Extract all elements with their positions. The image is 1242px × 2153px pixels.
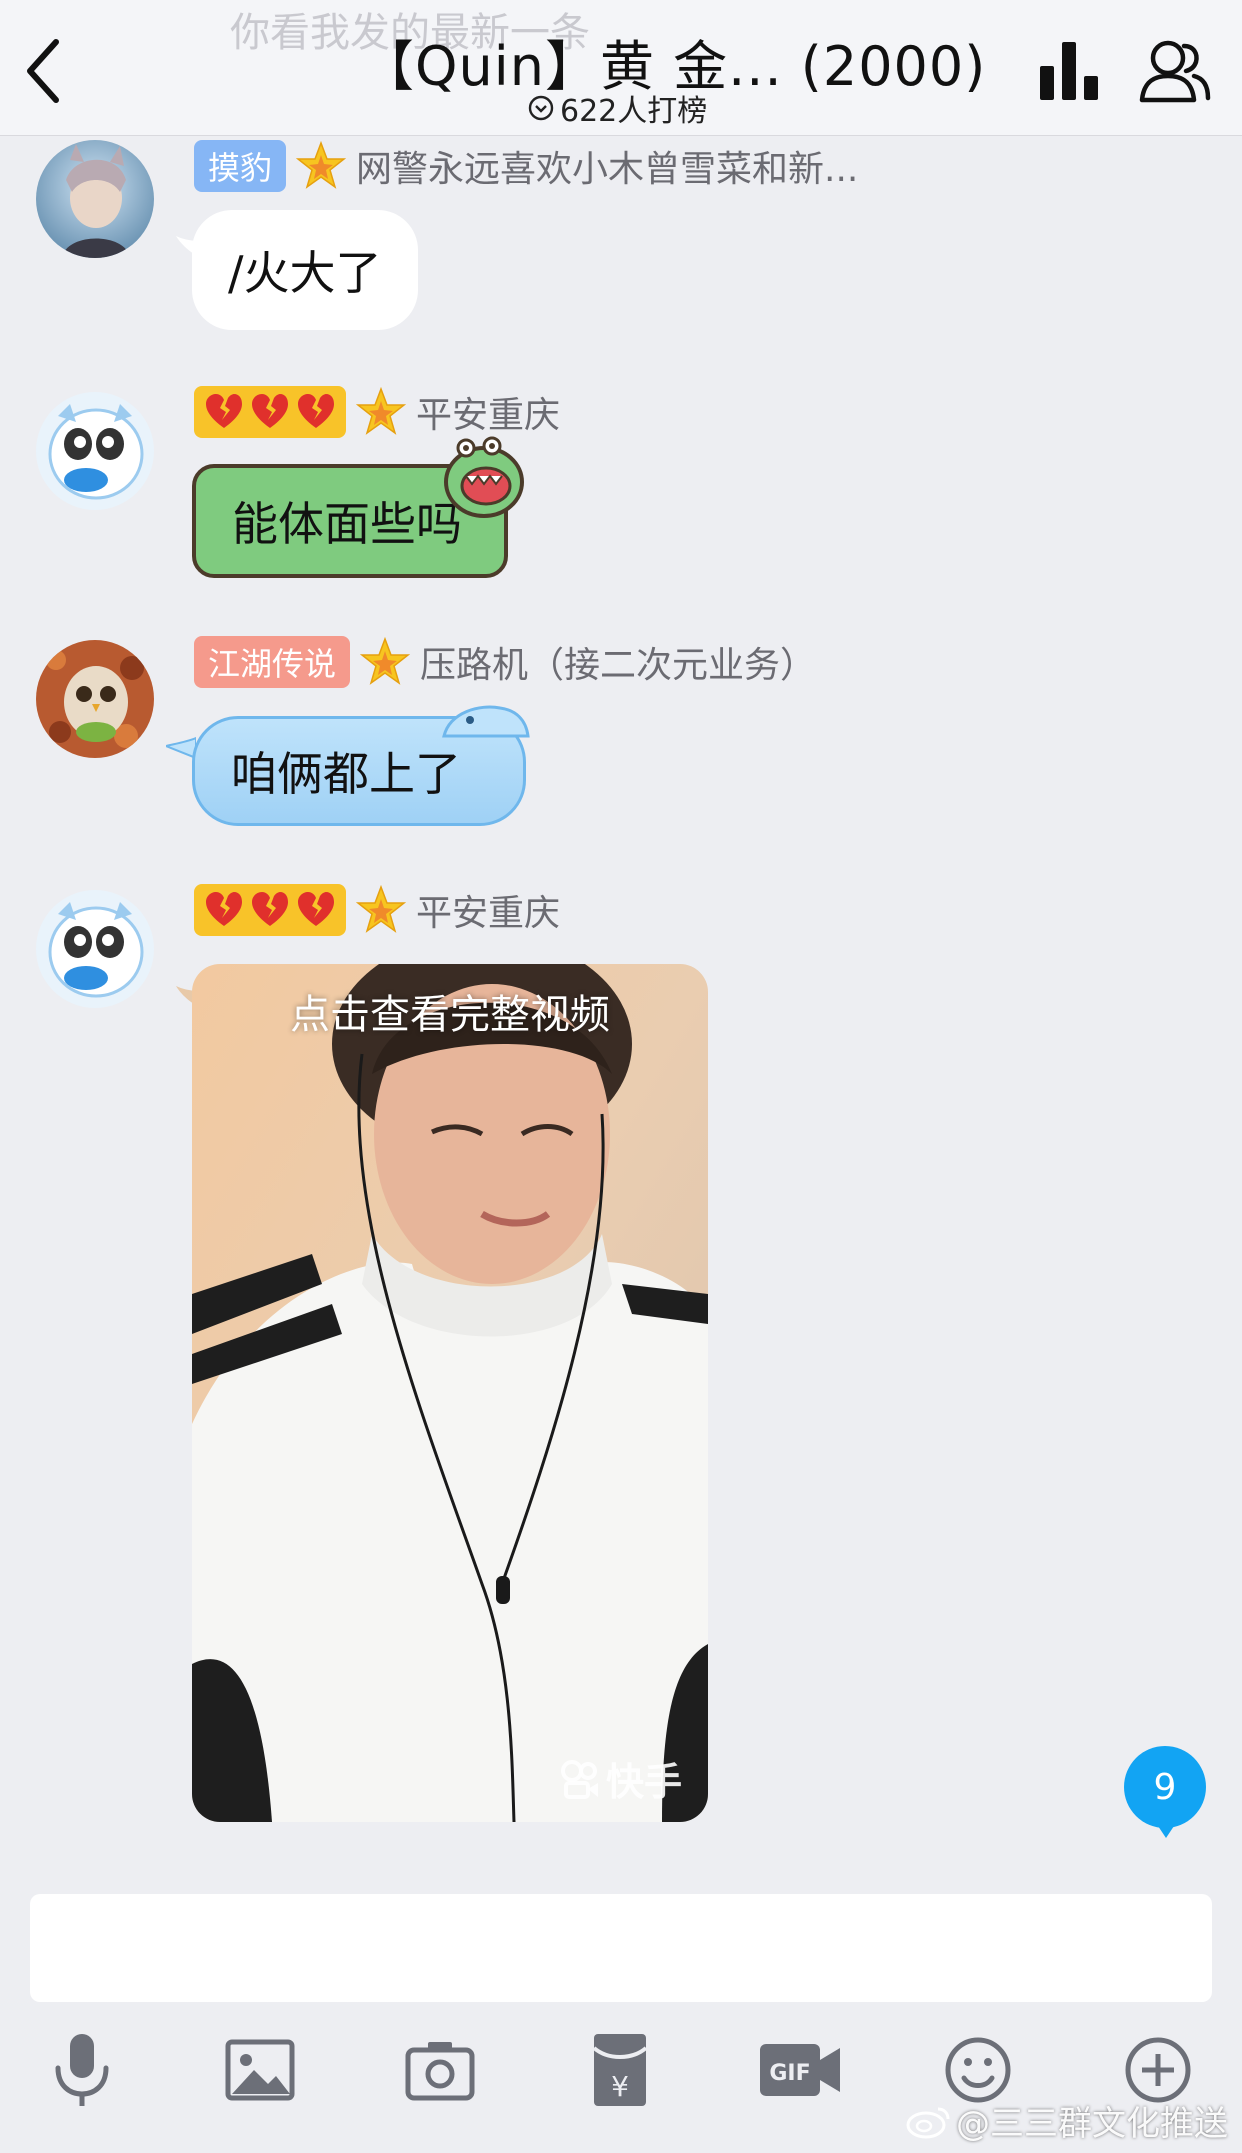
broken-heart-icon <box>252 892 288 926</box>
avatar[interactable] <box>36 890 154 1008</box>
group-members-icon[interactable] <box>1136 36 1212 106</box>
broken-heart-icon <box>298 892 334 926</box>
unread-count-badge[interactable]: 9 <box>1124 1746 1206 1828</box>
star-level-icon <box>296 141 347 189</box>
microphone-icon[interactable] <box>46 2030 118 2110</box>
broken-heart-icon <box>252 394 288 428</box>
sender-nickname[interactable]: 平安重庆 <box>416 884 560 936</box>
svg-text:¥: ¥ <box>611 2070 629 2103</box>
chevron-left-icon[interactable] <box>22 36 62 106</box>
hearts-badge <box>194 386 346 438</box>
avatar[interactable] <box>36 640 154 758</box>
message-text: 能体面些吗 <box>232 497 462 551</box>
sender-nickname[interactable]: 平安重庆 <box>416 386 560 438</box>
avatar[interactable] <box>36 392 154 510</box>
video-message[interactable]: 点击查看完整视频 快手 <box>192 964 708 1822</box>
video-caption: 点击查看完整视频 <box>290 992 610 1038</box>
image-icon[interactable] <box>224 2030 296 2110</box>
message-text: 咱俩都上了 <box>231 747 461 801</box>
message-text: /火大了 <box>228 246 382 300</box>
whale-decoration-icon <box>442 705 530 738</box>
weibo-watermark-text: @三三群文化推送 <box>956 2104 1228 2144</box>
sender-meta: 平安重庆 <box>194 386 560 438</box>
kuaishou-watermark: 快手 <box>560 1751 682 1806</box>
video-thumbnail <box>192 964 708 1822</box>
group-title-badge: 摸豹 <box>194 140 287 192</box>
sender-meta: 平安重庆 <box>194 884 560 936</box>
rank-count-text: 622人打榜 <box>560 94 708 129</box>
kuaishou-label: 快手 <box>605 1760 682 1804</box>
weibo-watermark: @三三群文化推送 <box>906 2096 1228 2145</box>
hearts-badge <box>194 884 346 936</box>
broken-heart-icon <box>206 892 242 926</box>
sender-nickname[interactable]: 网警永远喜欢小木曾雪菜和新... <box>356 140 858 192</box>
sender-meta: 摸豹 网警永远喜欢小木曾雪菜和新... <box>194 140 858 192</box>
badge-tail <box>1154 1820 1178 1838</box>
star-level-icon <box>356 885 406 933</box>
sender-meta: 江湖传说 压路机（接二次元业务） <box>194 636 816 688</box>
svg-text:GIF: GIF <box>769 2061 810 2086</box>
avatar[interactable] <box>36 140 154 258</box>
group-subtitle: 622人打榜 <box>528 86 707 130</box>
chevron-circle-icon <box>528 95 554 121</box>
camera-icon[interactable] <box>404 2030 476 2110</box>
star-level-icon <box>356 387 406 435</box>
sender-nickname[interactable]: 压路机（接二次元业务） <box>420 636 816 688</box>
bar-chart-icon[interactable] <box>1038 38 1100 102</box>
monster-decoration-icon <box>444 436 524 518</box>
weibo-logo-icon <box>906 2107 950 2138</box>
star-level-icon <box>360 637 411 685</box>
broken-heart-icon <box>206 394 242 428</box>
message-bubble[interactable]: /火大了 <box>192 210 418 330</box>
kuaishou-logo-icon <box>560 1759 598 1799</box>
gif-icon[interactable]: GIF <box>756 2030 844 2110</box>
chat-header: 你看我发的最新一条 【Quin】黄 金... (2000) 622人打榜 <box>0 0 1242 136</box>
message-input[interactable] <box>30 1894 1212 2002</box>
red-packet-icon[interactable]: ¥ <box>584 2030 656 2110</box>
group-title-badge: 江湖传说 <box>194 636 351 688</box>
broken-heart-icon <box>298 394 334 428</box>
